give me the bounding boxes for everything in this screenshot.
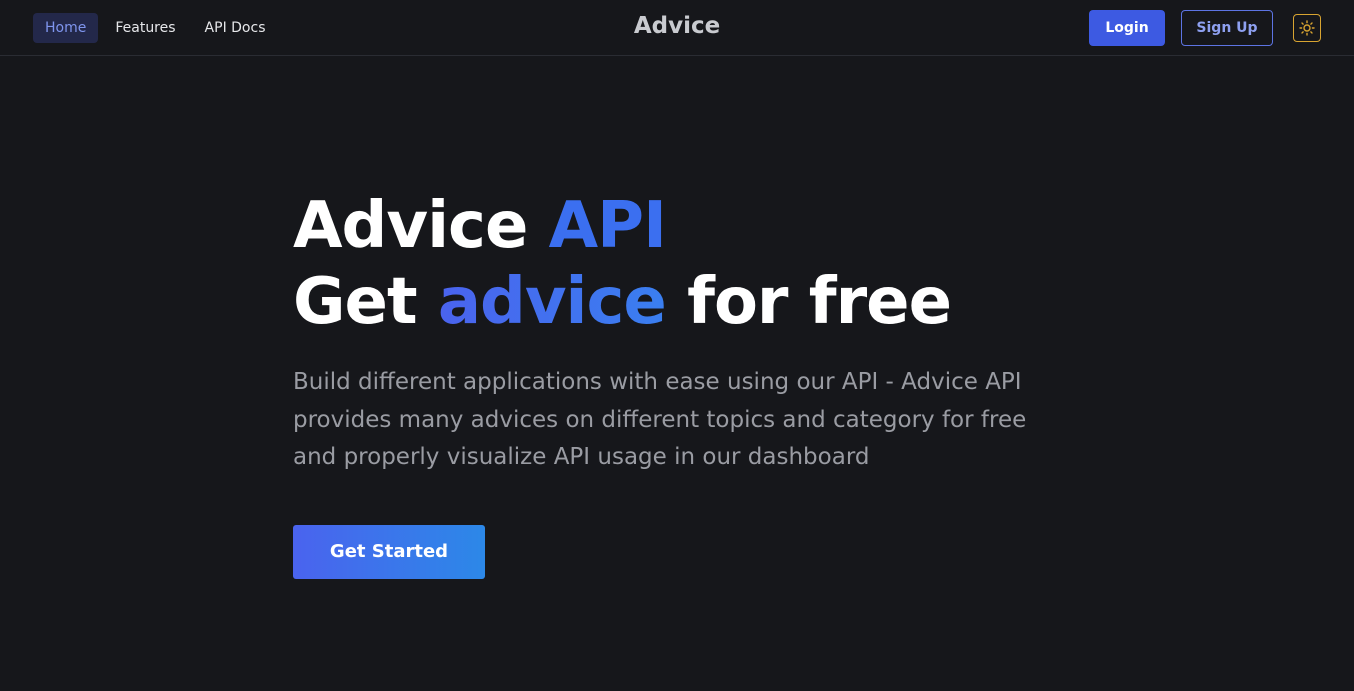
hero-heading-accent: advice [437,265,667,339]
hero-heading-text: Get [293,265,438,339]
nav-link-features[interactable]: Features [103,13,187,43]
hero-heading-text: for free [665,265,952,339]
sun-icon [1299,20,1315,36]
nav-link-api-docs[interactable]: API Docs [193,13,278,43]
hero-heading-accent: API [548,189,667,263]
hero-description: Build different applications with ease u… [293,369,1027,470]
top-navbar: Home Features API Docs Advice Login Sign… [0,0,1354,56]
nav-actions: Login Sign Up [1089,10,1321,46]
theme-toggle-button[interactable] [1293,14,1321,42]
nav-link-home[interactable]: Home [33,13,99,43]
get-started-button[interactable]: Get Started [293,524,485,579]
hero-heading-line-2: Get advice for free [293,264,1093,340]
hero-heading-text: Advice [293,189,549,263]
nav-links: Home Features API Docs [33,13,282,43]
hero-section: Advice API Get advice for free Build dif… [293,188,1093,579]
login-button[interactable]: Login [1089,10,1165,46]
hero-heading-line-1: Advice API [293,188,1093,264]
signup-button[interactable]: Sign Up [1181,10,1273,46]
